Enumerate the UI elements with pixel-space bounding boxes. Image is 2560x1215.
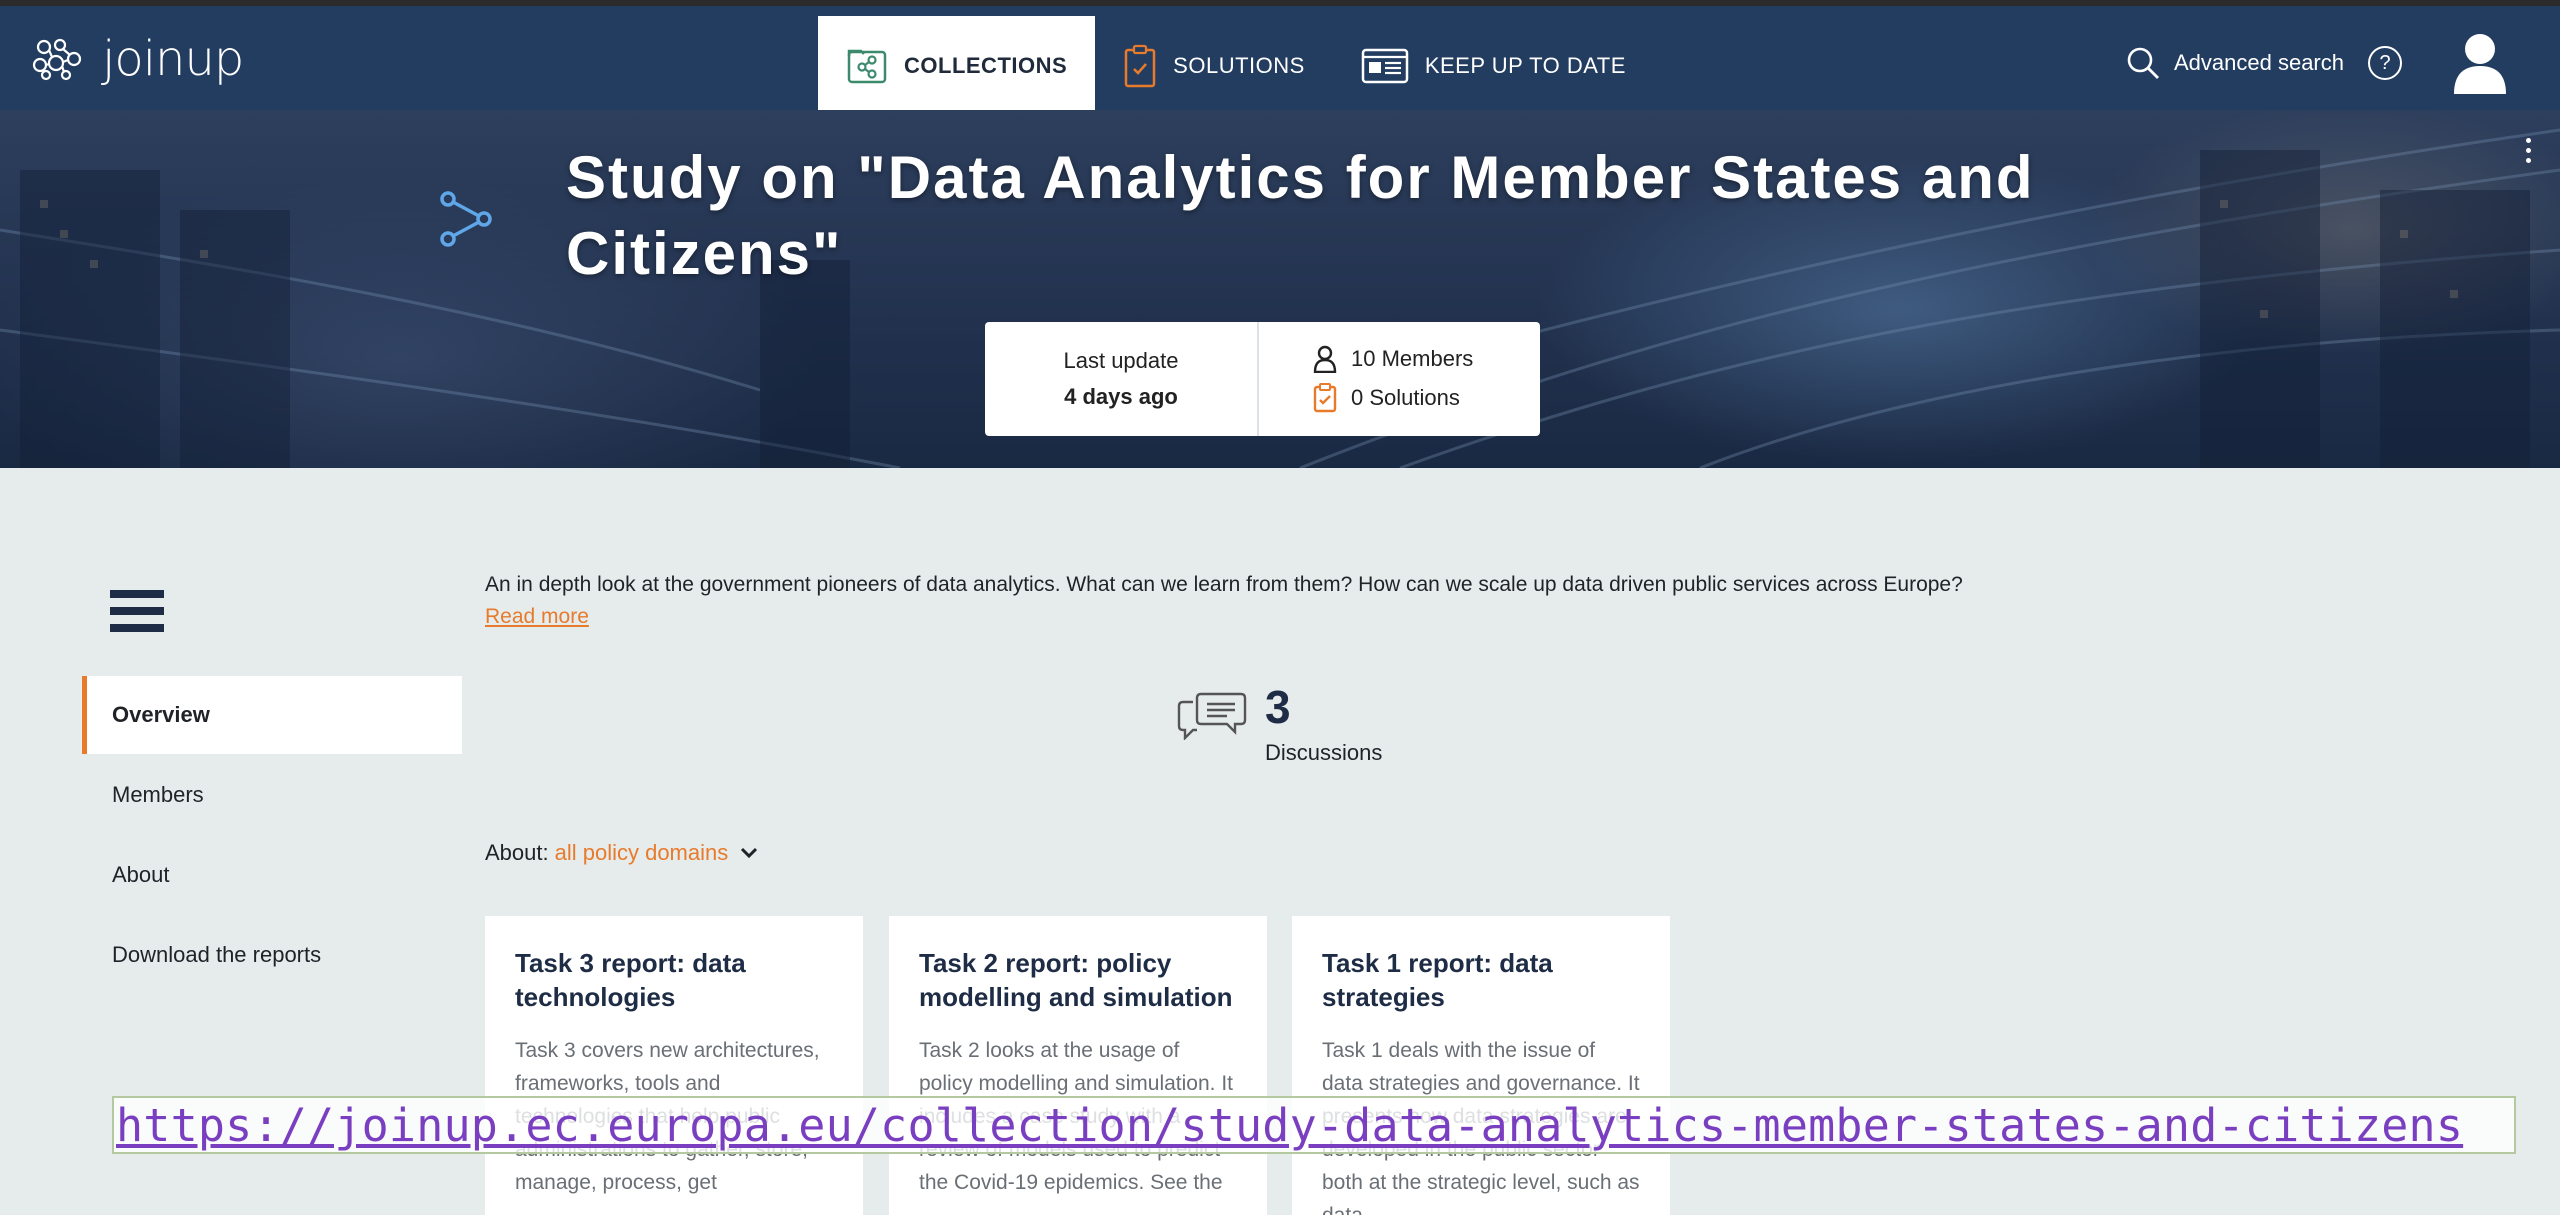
solutions-count: 0 Solutions bbox=[1351, 385, 1460, 410]
last-update-block: Last update 4 days ago bbox=[985, 322, 1259, 436]
counts-block: 10 Members 0 Solutions bbox=[1259, 322, 1540, 436]
main-nav: COLLECTIONS SOLUTIONS KEEP UP TO DATE bbox=[818, 16, 1654, 116]
sidebar-item-overview[interactable]: Overview bbox=[82, 676, 462, 754]
solution-clipboard-icon bbox=[1313, 383, 1337, 413]
card-title: Task 2 report: policy modelling and simu… bbox=[919, 948, 1233, 1012]
last-update-value: 4 days ago bbox=[1064, 384, 1178, 409]
advanced-search-link[interactable]: Advanced search bbox=[2126, 46, 2344, 80]
chevron-down-icon bbox=[741, 847, 758, 859]
collection-stats-card: Last update 4 days ago 10 Members 0 Solu… bbox=[985, 322, 1540, 436]
about-filter: About: all policy domains bbox=[485, 840, 758, 866]
about-filter-label: About: bbox=[485, 840, 549, 865]
sidebar-item-about[interactable]: About bbox=[82, 836, 462, 914]
nav-keep-up-to-date[interactable]: KEEP UP TO DATE bbox=[1333, 16, 1654, 116]
collection-description: An in depth look at the government pione… bbox=[485, 573, 1963, 596]
search-icon bbox=[2127, 47, 2159, 79]
user-account-icon[interactable] bbox=[2452, 32, 2508, 94]
menu-hamburger-icon[interactable] bbox=[110, 590, 164, 632]
content-card-task1[interactable]: Task 1 report: data strategies Task 1 de… bbox=[1292, 916, 1670, 1215]
joinup-logo[interactable]: joinup bbox=[32, 31, 244, 87]
card-title: Task 3 report: data technologies bbox=[515, 948, 746, 1012]
url-caption-box: https://joinup.ec.europa.eu/collection/s… bbox=[112, 1096, 2516, 1154]
joinup-logo-icon bbox=[32, 38, 82, 81]
header-right-tools: Advanced search ? bbox=[2126, 28, 2508, 98]
last-update-label: Last update bbox=[1063, 348, 1179, 373]
discussions-counter[interactable]: 3 Discussions bbox=[1175, 682, 1382, 766]
collection-hero-banner: Study on "Data Analytics for Member Stat… bbox=[0, 110, 2560, 468]
nav-collections[interactable]: COLLECTIONS bbox=[818, 16, 1096, 116]
discussions-icon bbox=[1177, 692, 1247, 740]
more-options-icon[interactable] bbox=[2526, 138, 2534, 163]
logo-text: joinup bbox=[102, 31, 244, 87]
member-icon bbox=[1313, 345, 1337, 373]
nav-solutions[interactable]: SOLUTIONS bbox=[1095, 16, 1333, 116]
nav-solutions-label: SOLUTIONS bbox=[1173, 53, 1305, 78]
discussions-text: 3 Discussions bbox=[1265, 682, 1382, 766]
read-more-link[interactable]: Read more bbox=[485, 605, 589, 629]
sidebar-item-download-reports[interactable]: Download the reports bbox=[82, 916, 462, 994]
collection-url-link[interactable]: https://joinup.ec.europa.eu/collection/s… bbox=[116, 1099, 2463, 1152]
solutions-icon bbox=[1124, 44, 1156, 88]
solutions-count-row[interactable]: 0 Solutions bbox=[1313, 383, 1540, 413]
policy-domain-dropdown[interactable]: all policy domains bbox=[555, 840, 759, 866]
content-card-task3[interactable]: Task 3 report: data technologies Task 3 … bbox=[485, 916, 863, 1215]
advanced-search-label: Advanced search bbox=[2174, 50, 2344, 75]
collection-share-icon bbox=[440, 191, 492, 247]
help-icon[interactable]: ? bbox=[2368, 46, 2402, 80]
collections-icon bbox=[847, 49, 887, 84]
sidebar-item-members[interactable]: Members bbox=[82, 756, 462, 834]
top-navigation-bar: joinup COLLECTIONS SOLUTIONS KEEP UP TO … bbox=[0, 6, 2560, 116]
policy-domain-value: all policy domains bbox=[554, 840, 729, 865]
nav-collections-label: COLLECTIONS bbox=[904, 53, 1068, 78]
news-icon bbox=[1361, 48, 1409, 84]
card-title: Task 1 report: data strategies bbox=[1322, 948, 1553, 1012]
nav-keep-up-to-date-label: KEEP UP TO DATE bbox=[1424, 53, 1626, 78]
collection-sidebar: Overview Members About Download the repo… bbox=[82, 676, 462, 996]
discussions-count: 3 bbox=[1265, 681, 1291, 733]
discussions-label: Discussions bbox=[1265, 740, 1383, 765]
members-count-row[interactable]: 10 Members bbox=[1313, 345, 1540, 373]
content-card-task2[interactable]: Task 2 report: policy modelling and simu… bbox=[889, 916, 1267, 1215]
collection-title: Study on "Data Analytics for Member Stat… bbox=[566, 144, 2035, 287]
members-count: 10 Members bbox=[1351, 346, 1474, 371]
